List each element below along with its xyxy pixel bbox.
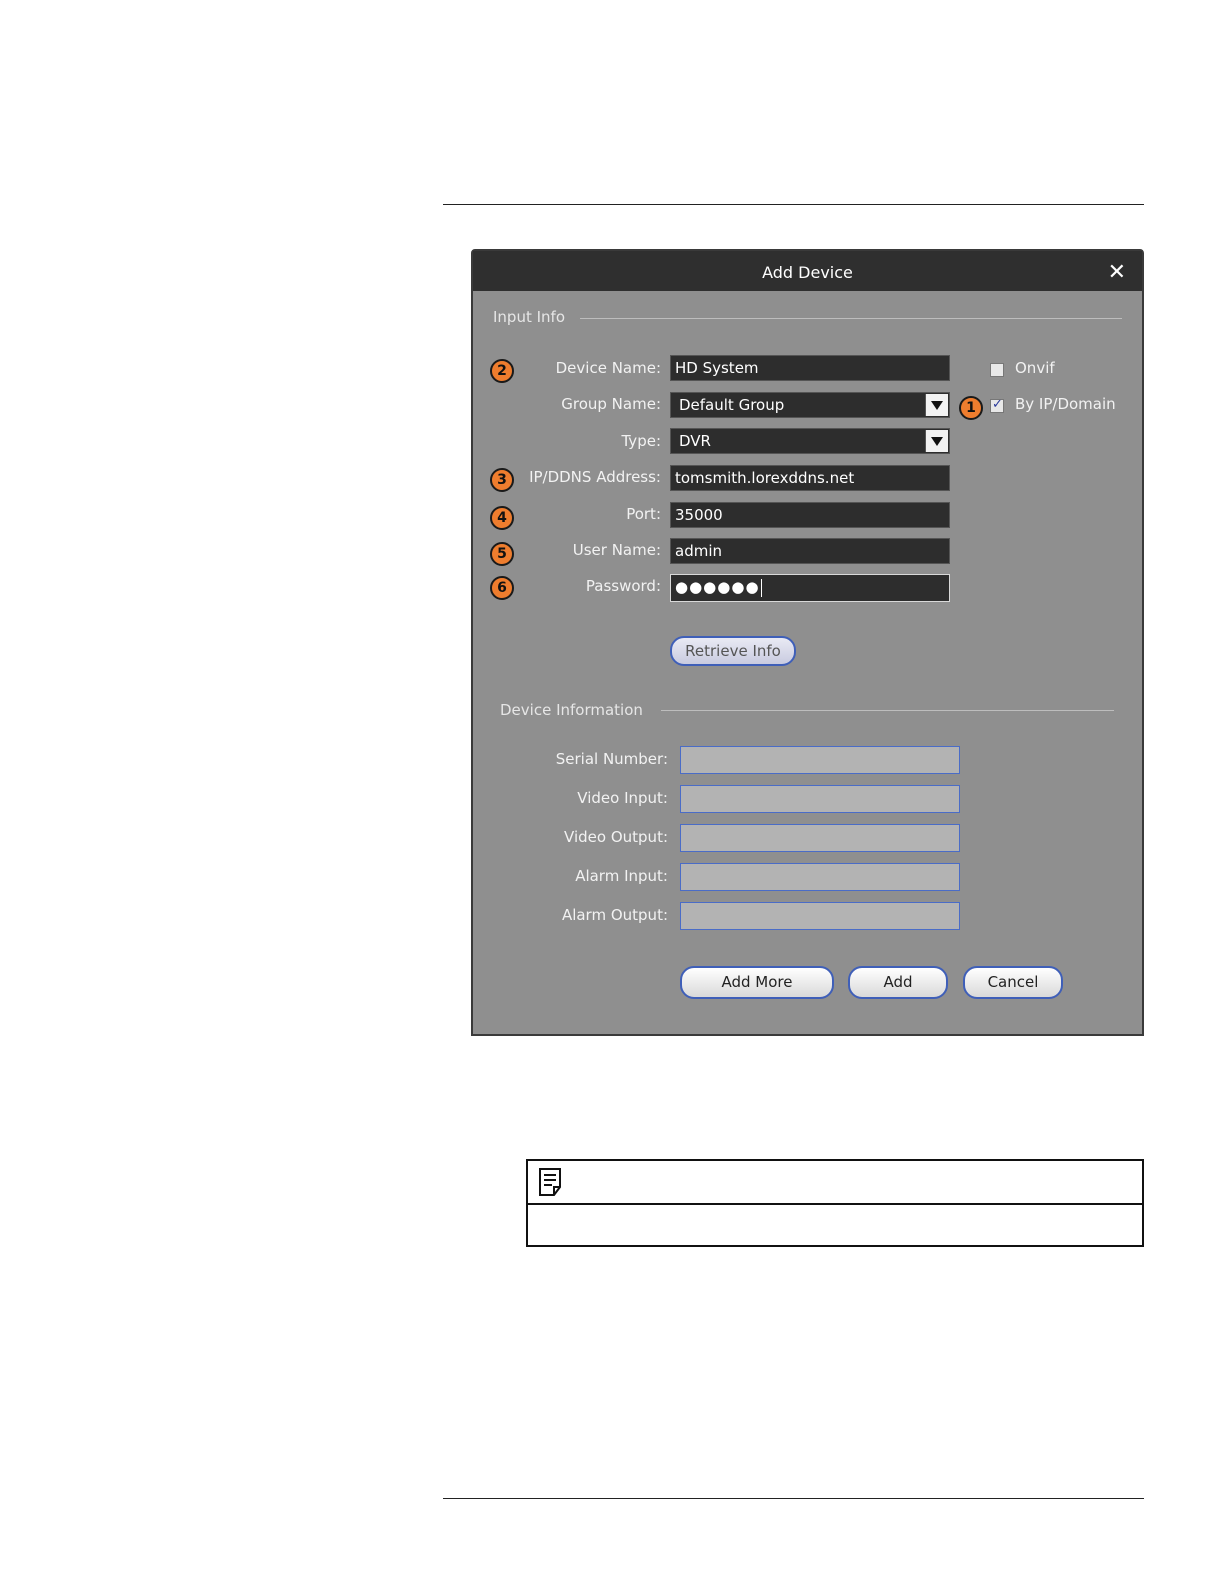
alarm-output-field <box>680 902 960 930</box>
device-name-field[interactable]: HD System <box>670 355 950 381</box>
video-input-field <box>680 785 960 813</box>
callout-1-badge: 1 <box>959 396 983 420</box>
chevron-down-icon[interactable] <box>925 394 948 416</box>
type-label: Type: <box>621 432 661 450</box>
add-device-dialog: Add Device ✕ Input Info 2 Device Name: H… <box>471 249 1144 1036</box>
cancel-button[interactable]: Cancel <box>963 966 1063 999</box>
video-output-field <box>680 824 960 852</box>
note-box <box>526 1159 1144 1247</box>
by-ip-domain-checkbox[interactable] <box>990 397 1004 413</box>
add-more-button[interactable]: Add More <box>680 966 834 999</box>
port-field[interactable]: 35000 <box>670 502 950 528</box>
alarm-output-label: Alarm Output: <box>561 906 668 924</box>
bottom-rule <box>443 1498 1144 1499</box>
retrieve-info-button[interactable]: Retrieve Info <box>670 636 796 666</box>
dialog-titlebar: Add Device ✕ <box>473 251 1142 291</box>
device-info-divider <box>661 710 1114 711</box>
text-caret <box>760 578 762 597</box>
password-label: Password: <box>585 577 661 595</box>
add-button[interactable]: Add <box>848 966 948 999</box>
onvif-label: Onvif <box>1015 359 1055 377</box>
port-label: Port: <box>626 505 661 523</box>
video-input-label: Video Input: <box>577 789 668 807</box>
onvif-checkbox[interactable] <box>990 363 1004 377</box>
type-value: DVR <box>679 432 711 450</box>
user-name-label: User Name: <box>572 541 661 559</box>
dialog-title: Add Device <box>762 263 853 282</box>
device-info-title: Device Information <box>500 701 643 719</box>
group-name-value: Default Group <box>679 396 785 414</box>
password-field[interactable]: ●●●●●● <box>670 574 950 602</box>
input-info-title: Input Info <box>493 308 565 326</box>
ip-ddns-field[interactable]: tomsmith.lorexddns.net <box>670 465 950 491</box>
by-ip-domain-label: By IP/Domain <box>1015 395 1116 413</box>
serial-number-field <box>680 746 960 774</box>
chevron-down-icon[interactable] <box>925 430 948 452</box>
top-rule <box>443 204 1144 205</box>
group-name-select[interactable]: Default Group <box>670 392 950 418</box>
type-select[interactable]: DVR <box>670 428 950 454</box>
note-icon <box>539 1168 561 1196</box>
close-icon[interactable]: ✕ <box>1108 251 1126 295</box>
note-divider <box>528 1203 1142 1205</box>
user-name-field[interactable]: admin <box>670 538 950 564</box>
password-dots: ●●●●●● <box>675 578 760 596</box>
input-info-divider <box>580 318 1122 319</box>
alarm-input-label: Alarm Input: <box>575 867 668 885</box>
ip-ddns-label: IP/DDNS Address: <box>529 468 661 486</box>
serial-number-label: Serial Number: <box>555 750 668 768</box>
group-name-label: Group Name: <box>561 395 661 413</box>
video-output-label: Video Output: <box>564 828 668 846</box>
device-name-label: Device Name: <box>555 359 661 377</box>
alarm-input-field <box>680 863 960 891</box>
